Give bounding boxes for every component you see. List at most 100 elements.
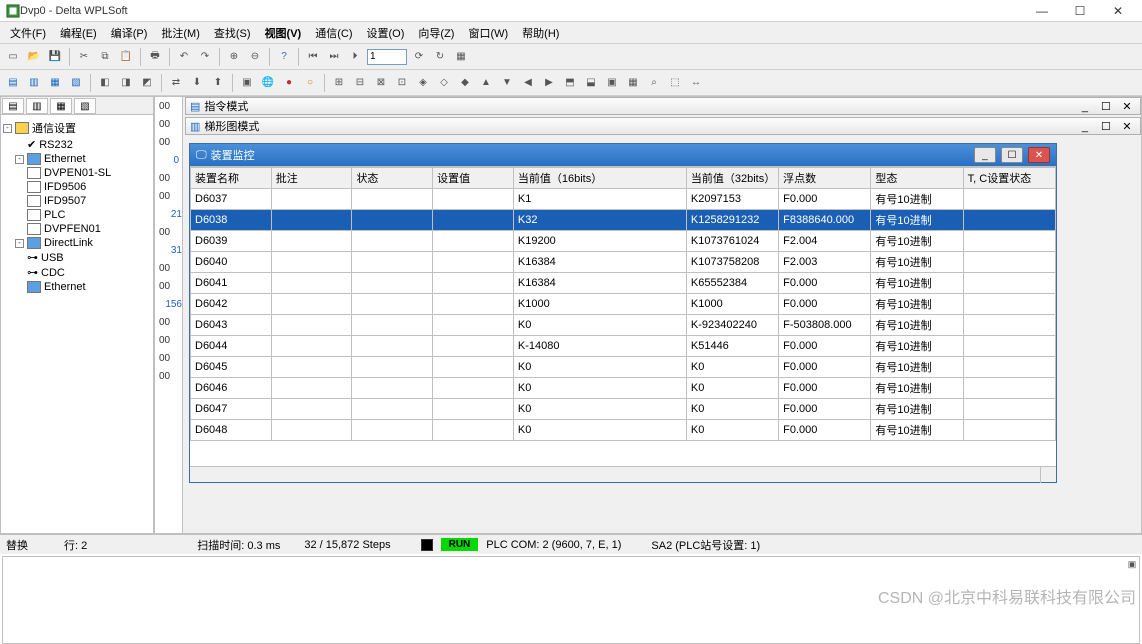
col-setval[interactable]: 设置值 <box>433 168 514 189</box>
col-c32[interactable]: 当前值（32bits） <box>686 168 778 189</box>
menu-comm[interactable]: 通信(C) <box>309 23 358 43</box>
cell-note[interactable] <box>271 210 352 231</box>
cell-flt[interactable]: F0.000 <box>779 420 871 441</box>
upload-icon[interactable]: ⬆ <box>209 74 227 92</box>
record-icon[interactable]: ○ <box>301 74 319 92</box>
zoomout-icon[interactable]: ⊖ <box>246 48 264 66</box>
monitor-icon[interactable]: ▣ <box>238 74 256 92</box>
tree-directlink[interactable]: -DirectLink <box>15 236 151 250</box>
table-row[interactable]: D6039K19200K1073761024F2.004有号10进制 <box>191 231 1056 252</box>
cell-c32[interactable]: K65552384 <box>686 273 778 294</box>
cell-state[interactable] <box>352 399 433 420</box>
t1-icon[interactable]: ⊞ <box>330 74 348 92</box>
cell-c16[interactable]: K32 <box>513 210 686 231</box>
tool-b-icon[interactable]: ◨ <box>117 74 135 92</box>
print-icon[interactable]: 🖶 <box>146 48 164 66</box>
cell-state[interactable] <box>352 315 433 336</box>
cell-tc[interactable] <box>963 336 1055 357</box>
cell-tc[interactable] <box>963 357 1055 378</box>
sub1-close[interactable]: ✕ <box>1118 100 1136 113</box>
cell-c16[interactable]: K0 <box>513 357 686 378</box>
t9-icon[interactable]: ▼ <box>498 74 516 92</box>
cell-name[interactable]: D6040 <box>191 252 272 273</box>
nav-prev-icon[interactable]: ⏮ <box>304 48 322 66</box>
page-icon[interactable]: ▦ <box>452 48 470 66</box>
cell-note[interactable] <box>271 231 352 252</box>
cell-setval[interactable] <box>433 231 514 252</box>
cell-type[interactable]: 有号10进制 <box>871 336 963 357</box>
cell-c16[interactable]: K0 <box>513 378 686 399</box>
cell-tc[interactable] <box>963 378 1055 399</box>
menu-note[interactable]: 批注(M) <box>155 23 206 43</box>
cell-setval[interactable] <box>433 252 514 273</box>
sub2-min[interactable]: _ <box>1076 121 1094 133</box>
table-row[interactable]: D6037K1K2097153F0.000有号10进制 <box>191 189 1056 210</box>
tree-dl-ethernet[interactable]: Ethernet <box>27 280 151 294</box>
cell-state[interactable] <box>352 336 433 357</box>
t2-icon[interactable]: ⊟ <box>351 74 369 92</box>
tree-usb[interactable]: ⊶USB <box>27 250 151 265</box>
cell-c16[interactable]: K0 <box>513 420 686 441</box>
monitor-max-button[interactable]: ☐ <box>1001 147 1023 163</box>
cell-flt[interactable]: F0.000 <box>779 336 871 357</box>
cell-note[interactable] <box>271 378 352 399</box>
cell-name[interactable]: D6039 <box>191 231 272 252</box>
table-row[interactable]: D6045K0K0F0.000有号10进制 <box>191 357 1056 378</box>
tool-c-icon[interactable]: ◩ <box>138 74 156 92</box>
tree-dvpen01sl[interactable]: DVPEN01-SL <box>27 166 151 180</box>
open-icon[interactable]: 📂 <box>25 48 43 66</box>
menu-file[interactable]: 文件(F) <box>4 23 52 43</box>
col-note[interactable]: 批注 <box>271 168 352 189</box>
col-state[interactable]: 状态 <box>352 168 433 189</box>
t5-icon[interactable]: ◈ <box>414 74 432 92</box>
t4-icon[interactable]: ⊡ <box>393 74 411 92</box>
globe-icon[interactable]: 🌐 <box>259 74 277 92</box>
menu-search[interactable]: 查找(S) <box>208 23 257 43</box>
cell-type[interactable]: 有号10进制 <box>871 378 963 399</box>
tree-cdc[interactable]: ⊶CDC <box>27 265 151 280</box>
t16-icon[interactable]: ⌕ <box>645 74 663 92</box>
cell-setval[interactable] <box>433 189 514 210</box>
tree-ethernet[interactable]: -Ethernet <box>15 152 151 166</box>
tree-dvpfen01[interactable]: DVPFEN01 <box>27 222 151 236</box>
zoomin-icon[interactable]: ⊕ <box>225 48 243 66</box>
cell-tc[interactable] <box>963 252 1055 273</box>
cell-type[interactable]: 有号10进制 <box>871 231 963 252</box>
cell-state[interactable] <box>352 189 433 210</box>
t11-icon[interactable]: ▶ <box>540 74 558 92</box>
menu-settings[interactable]: 设置(O) <box>361 23 411 43</box>
cell-state[interactable] <box>352 231 433 252</box>
col-name[interactable]: 装置名称 <box>191 168 272 189</box>
t3-icon[interactable]: ⊠ <box>372 74 390 92</box>
cell-flt[interactable]: F0.000 <box>779 399 871 420</box>
view4-icon[interactable]: ▧ <box>67 74 85 92</box>
cell-tc[interactable] <box>963 399 1055 420</box>
cell-name[interactable]: D6037 <box>191 189 272 210</box>
table-row[interactable]: D6042K1000K1000F0.000有号10进制 <box>191 294 1056 315</box>
cell-flt[interactable]: F2.004 <box>779 231 871 252</box>
cell-type[interactable]: 有号10进制 <box>871 210 963 231</box>
cell-c32[interactable]: K1258291232 <box>686 210 778 231</box>
nav-next-icon[interactable]: ⏭ <box>325 48 343 66</box>
cell-tc[interactable] <box>963 189 1055 210</box>
menu-window[interactable]: 窗口(W) <box>462 23 514 43</box>
t6-icon[interactable]: ◇ <box>435 74 453 92</box>
cell-note[interactable] <box>271 336 352 357</box>
cell-name[interactable]: D6041 <box>191 273 272 294</box>
cell-flt[interactable]: F0.000 <box>779 294 871 315</box>
cell-flt[interactable]: F-503808.000 <box>779 315 871 336</box>
tree-plc[interactable]: PLC <box>27 208 151 222</box>
rotate-icon[interactable]: ↻ <box>431 48 449 66</box>
cell-note[interactable] <box>271 399 352 420</box>
table-row[interactable]: D6038K32K1258291232F8388640.000有号10进制 <box>191 210 1056 231</box>
monitor-grid[interactable]: 装置名称 批注 状态 设置值 当前值（16bits） 当前值（32bits） 浮… <box>190 166 1056 466</box>
cell-name[interactable]: D6038 <box>191 210 272 231</box>
redo-icon[interactable]: ↷ <box>196 48 214 66</box>
sub2-max[interactable]: ☐ <box>1097 120 1115 133</box>
cell-name[interactable]: D6045 <box>191 357 272 378</box>
cell-c16[interactable]: K-14080 <box>513 336 686 357</box>
cell-setval[interactable] <box>433 273 514 294</box>
t12-icon[interactable]: ⬒ <box>561 74 579 92</box>
comm-icon[interactable]: ⇄ <box>167 74 185 92</box>
cell-setval[interactable] <box>433 420 514 441</box>
